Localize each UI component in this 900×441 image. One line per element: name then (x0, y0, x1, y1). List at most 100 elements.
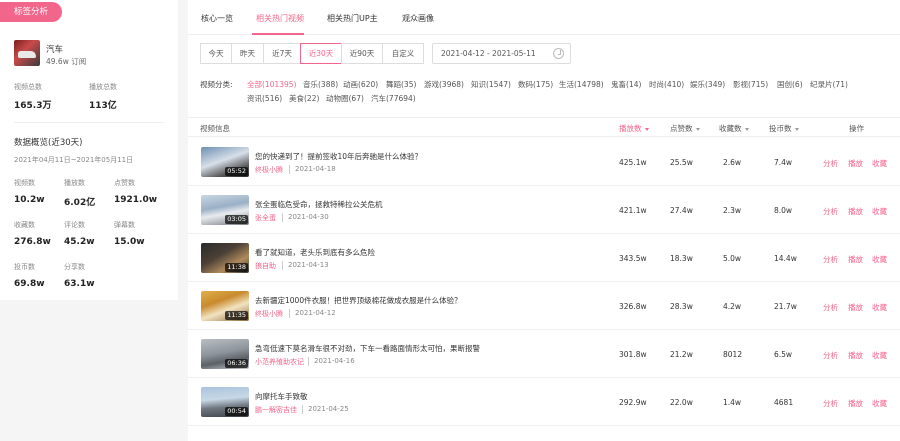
overview-value: 45.2w (64, 237, 95, 247)
sort-icon (794, 127, 799, 131)
video-author[interactable]: 终极小腾 (255, 309, 283, 319)
video-title[interactable]: 向摩托车手致敬 (255, 391, 308, 402)
favorite-link[interactable]: 收藏 (872, 350, 887, 361)
col-coins[interactable]: 投币数 (769, 123, 799, 134)
video-thumbnail[interactable]: 11:38 (201, 243, 249, 273)
channel-panel: 标签分析 汽车 49.6w 订阅 视频总数 165.3万 播放总数 113亿 数… (0, 0, 178, 300)
category-animation[interactable]: 动画(620) (343, 79, 378, 90)
category-news[interactable]: 资讯(516) (247, 93, 282, 104)
favorite-link[interactable]: 收藏 (872, 254, 887, 265)
overview-label: 点赞数 (114, 179, 135, 187)
category-music[interactable]: 音乐(388) (303, 79, 338, 90)
category-digital[interactable]: 数码(175) (518, 79, 553, 90)
plays-value: 326.8w (619, 302, 647, 311)
category-dance[interactable]: 舞蹈(35) (386, 79, 416, 90)
filter-today-button[interactable]: 今天 (200, 43, 232, 64)
separator (282, 213, 283, 222)
filter-7days-button[interactable]: 近7天 (263, 43, 301, 64)
video-thumbnail[interactable]: 03:05 (201, 195, 249, 225)
category-kichiku[interactable]: 鬼畜(14) (611, 79, 641, 90)
category-food[interactable]: 美食(22) (289, 93, 319, 104)
table-row: 06:36 急弯低速下莫名滑车很不对劲，下车一看路面情形太可怕，果断报警 小范养… (188, 330, 900, 378)
separator (308, 357, 309, 366)
video-date: 2021-04-13 (288, 261, 329, 269)
video-thumbnail[interactable]: 11:35 (201, 291, 249, 321)
col-coins-label: 投币数 (769, 124, 792, 133)
play-link[interactable]: 播放 (848, 350, 863, 361)
category-cars[interactable]: 汽车(77694) (371, 93, 416, 104)
analyze-link[interactable]: 分析 (823, 206, 838, 217)
filter-yesterday-button[interactable]: 昨天 (231, 43, 264, 64)
analyze-link[interactable]: 分析 (823, 398, 838, 409)
filter-custom-button[interactable]: 自定义 (382, 43, 424, 64)
video-thumbnail[interactable]: 05:52 (201, 147, 249, 177)
likes-value: 21.2w (670, 350, 693, 359)
video-author[interactable]: 小范养殖助农记 (255, 357, 304, 367)
tab-hot-videos[interactable]: 相关热门视频 (256, 13, 304, 24)
play-link[interactable]: 播放 (848, 206, 863, 217)
video-thumbnail[interactable]: 06:36 (201, 339, 249, 369)
overview-label: 分享数 (64, 263, 85, 271)
favorite-link[interactable]: 收藏 (872, 206, 887, 217)
video-title[interactable]: 去新疆定1000件衣服！把世界顶级棉花做成衣服是什么体验？ (255, 295, 462, 306)
col-likes[interactable]: 点赞数 (670, 123, 700, 134)
filter-90days-button[interactable]: 近90天 (341, 43, 383, 64)
analyze-link[interactable]: 分析 (823, 158, 838, 169)
analyze-link[interactable]: 分析 (823, 350, 838, 361)
play-link[interactable]: 播放 (848, 302, 863, 313)
category-entertainment[interactable]: 娱乐(349) (690, 79, 725, 90)
clock-icon (553, 48, 564, 59)
category-label: 视频分类: (200, 80, 233, 89)
play-link[interactable]: 播放 (848, 254, 863, 265)
category-documentary[interactable]: 纪录片(71) (810, 79, 848, 90)
tab-core-overview[interactable]: 核心一览 (201, 13, 233, 24)
video-title[interactable]: 看了就知道，老头乐到底有多么危险 (255, 247, 375, 258)
overview-label: 投币数 (14, 263, 35, 271)
favs-value: 2.3w (723, 206, 742, 215)
video-title[interactable]: 急弯低速下莫名滑车很不对劲，下车一看路面情形太可怕，果断报警 (255, 343, 480, 354)
play-link[interactable]: 播放 (848, 158, 863, 169)
coins-value: 6.5w (774, 350, 793, 359)
video-author[interactable]: 终极小腾 (255, 165, 283, 175)
tag-analysis-badge: 标签分析 (0, 2, 62, 22)
category-all[interactable]: 全部(101395) (247, 79, 296, 90)
sort-icon (695, 127, 700, 131)
filter-30days-button[interactable]: 近30天 (300, 43, 342, 64)
category-life[interactable]: 生活(14798) (559, 79, 604, 90)
video-date: 2021-04-18 (295, 165, 336, 173)
col-plays[interactable]: 播放数 (619, 123, 649, 134)
video-author[interactable]: 张全蛋 (255, 213, 276, 223)
video-thumbnail[interactable]: 00:54 (201, 387, 249, 417)
tab-audience[interactable]: 观众画像 (402, 13, 434, 24)
category-game[interactable]: 游戏(3968) (424, 79, 464, 90)
stat-label: 视频总数 (14, 83, 42, 91)
date-range-picker[interactable]: 2021-04-12 - 2021-05-11 (432, 43, 571, 64)
category-knowledge[interactable]: 知识(1547) (471, 79, 511, 90)
favorite-link[interactable]: 收藏 (872, 302, 887, 313)
col-favs[interactable]: 收藏数 (719, 123, 749, 134)
tab-bar: 核心一览 相关热门视频 相关热门UP主 观众画像 (188, 0, 900, 35)
analyze-link[interactable]: 分析 (823, 302, 838, 313)
analyze-link[interactable]: 分析 (823, 254, 838, 265)
plays-value: 301.8w (619, 350, 647, 359)
video-author[interactable]: 鹏一解密吉佳 (255, 405, 297, 415)
category-film[interactable]: 影视(715) (733, 79, 768, 90)
play-link[interactable]: 播放 (848, 398, 863, 409)
category-fashion[interactable]: 时尚(410) (649, 79, 684, 90)
stat-value: 165.3万 (14, 101, 52, 111)
tab-hot-uploaders[interactable]: 相关热门UP主 (327, 13, 378, 24)
coins-value: 8.0w (774, 206, 793, 215)
separator (282, 261, 283, 270)
video-title[interactable]: 张全蛋临危受命，拯救特稀拉公关危机 (255, 199, 383, 210)
table-row: 11:35 去新疆定1000件衣服！把世界顶级棉花做成衣服是什么体验？ 终极小腾… (188, 282, 900, 330)
channel-subscribers: 49.6w 订阅 (46, 57, 87, 66)
col-likes-label: 点赞数 (670, 124, 693, 133)
category-animals[interactable]: 动物圈(67) (326, 93, 364, 104)
video-title[interactable]: 您的快递到了！提前签收10年后奔驰是什么体验？ (255, 151, 422, 162)
video-author[interactable]: 狼自助 (255, 261, 276, 271)
category-guochuang[interactable]: 国创(6) (777, 79, 803, 90)
separator (289, 165, 290, 174)
table-row: 00:54 向摩托车手致敬 鹏一解密吉佳 2021-04-25 292.9w 2… (188, 378, 900, 426)
favorite-link[interactable]: 收藏 (872, 398, 887, 409)
favorite-link[interactable]: 收藏 (872, 158, 887, 169)
